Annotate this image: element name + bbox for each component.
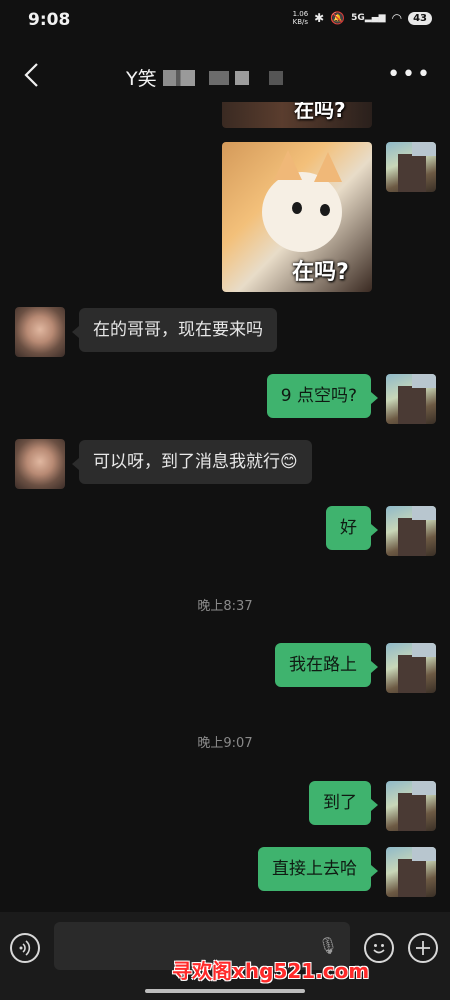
contact-avatar[interactable] — [15, 439, 65, 489]
incoming-message[interactable]: 可以呀，到了消息我就行😊 — [79, 440, 312, 484]
title-mosaic — [208, 70, 229, 85]
my-avatar[interactable] — [386, 847, 436, 897]
status-bar-icons: 1.06 KB/s ✱ 🔕 5G▂▄▆ ◠ 43 — [293, 10, 432, 26]
sticker-message[interactable]: 在吗? — [222, 102, 372, 128]
my-avatar[interactable] — [386, 506, 436, 556]
title-mosaic — [234, 70, 249, 85]
battery-indicator: 43 — [408, 11, 432, 25]
bubble-tail — [371, 799, 378, 811]
contact-avatar[interactable] — [15, 307, 65, 357]
microphone-icon[interactable]: 🎙 — [318, 936, 338, 955]
outgoing-message[interactable]: 好 — [326, 506, 371, 550]
incoming-message[interactable]: 在的哥哥，现在要来吗 — [79, 308, 277, 352]
cat-ear — [274, 150, 302, 180]
wifi-icon: ◠ — [391, 11, 403, 25]
my-avatar[interactable] — [386, 142, 436, 192]
cat-eye — [292, 202, 302, 214]
bubble-tail — [371, 661, 378, 673]
bubble-tail — [371, 524, 378, 536]
mute-icon: 🔕 — [330, 11, 346, 25]
cat-eye — [320, 204, 330, 216]
bluetooth-icon: ✱ — [314, 11, 325, 25]
my-avatar[interactable] — [386, 781, 436, 831]
net-speed-unit: KB/s — [292, 18, 309, 26]
bubble-tail — [72, 458, 79, 470]
outgoing-message[interactable]: 9 点空吗? — [266, 374, 371, 418]
back-icon[interactable] — [18, 60, 48, 90]
cat-ear — [314, 152, 342, 182]
outgoing-message[interactable]: 到了 — [309, 781, 371, 825]
status-time: 9:08 — [28, 10, 71, 30]
sticker-caption: 在吗? — [294, 102, 346, 122]
my-avatar[interactable] — [386, 643, 436, 693]
net-speed-value: 1.06 — [292, 10, 309, 18]
cat-face — [262, 172, 342, 252]
signal-label: 5G — [351, 13, 365, 23]
outgoing-message[interactable]: 我在路上 — [275, 643, 371, 687]
signal-icon: 5G▂▄▆ — [351, 13, 386, 23]
chat-title: Y笑 — [126, 64, 283, 91]
home-indicator[interactable] — [145, 989, 305, 993]
title-mosaic — [268, 70, 283, 85]
message-timestamp: 晚上8:37 — [197, 599, 253, 614]
voice-icon[interactable] — [10, 933, 40, 963]
bubble-tail — [371, 392, 378, 404]
network-speed: 1.06 KB/s — [293, 10, 309, 26]
outgoing-message[interactable]: 直接上去哈 — [258, 847, 371, 891]
chat-title-text: Y笑 — [126, 68, 157, 90]
title-mosaic — [162, 69, 195, 86]
plus-icon[interactable] — [408, 933, 438, 963]
watermark: 寻欢阁xhg521.com — [172, 959, 370, 983]
bubble-tail — [371, 865, 378, 877]
sticker-caption: 在吗? — [292, 260, 349, 285]
my-avatar[interactable] — [386, 374, 436, 424]
bubble-tail — [72, 326, 79, 338]
more-dots-icon[interactable]: ••• — [387, 62, 432, 87]
sticker-message[interactable]: 在吗? — [222, 142, 372, 292]
message-timestamp: 晚上9:07 — [197, 736, 253, 751]
